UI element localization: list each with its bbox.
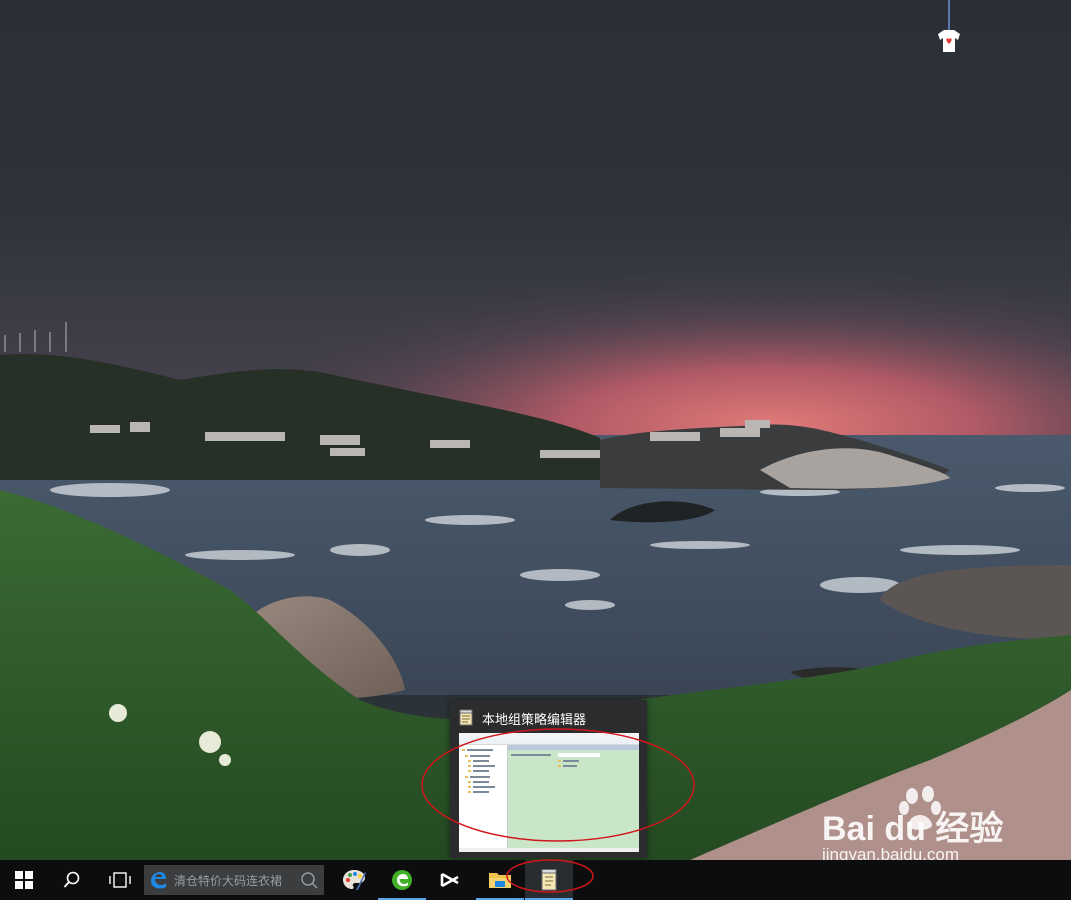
search-placeholder: 清仓特价大码连衣裙	[174, 873, 283, 888]
search-icon	[63, 871, 80, 888]
taskbar: 清仓特价大码连衣裙	[0, 859, 1071, 900]
green-circle-icon	[392, 870, 412, 890]
start-button[interactable]	[0, 860, 48, 900]
palette-icon	[343, 870, 366, 890]
taskbar-thumbnail-preview[interactable]: 本地组策略编辑器	[450, 700, 647, 858]
details-pane	[508, 745, 639, 848]
thumbnail-title: 本地组策略编辑器	[482, 712, 587, 728]
watermark-url: jingyan.baidu.com	[821, 845, 959, 860]
thumbnail-window-content	[459, 733, 639, 852]
capcut-icon	[440, 872, 459, 888]
baidu-watermark: Bai du 经验 jingyan.baidu.com	[821, 786, 1003, 860]
taskbar-app-capcut[interactable]	[426, 860, 474, 900]
policy-editor-icon	[459, 709, 473, 726]
tree-pane	[459, 745, 508, 848]
taskbar-app-green[interactable]	[378, 860, 426, 900]
taskbar-app-gpedit[interactable]	[525, 860, 573, 900]
taskbar-app-paint[interactable]	[330, 860, 378, 900]
toolbar	[459, 738, 639, 745]
taskbar-search-box[interactable]: 清仓特价大码连衣裙	[144, 865, 324, 895]
edge-icon	[151, 872, 166, 889]
search-box-magnifier-icon	[301, 872, 318, 889]
shirt-widget-icon[interactable]	[930, 0, 970, 60]
folder-icon	[489, 873, 511, 888]
policy-editor-icon	[541, 869, 557, 891]
windows-logo-icon	[15, 871, 33, 889]
status-bar	[459, 848, 639, 852]
task-view-icon	[109, 872, 131, 888]
taskbar-app-file-explorer[interactable]	[476, 860, 524, 900]
search-button[interactable]	[48, 860, 96, 900]
task-view-button[interactable]	[96, 860, 144, 900]
watermark-brand: Bai du 经验	[822, 809, 1003, 848]
desktop: 本地组策略编辑器 Bai du 经验 jingyan.baidu.com	[0, 0, 1071, 860]
